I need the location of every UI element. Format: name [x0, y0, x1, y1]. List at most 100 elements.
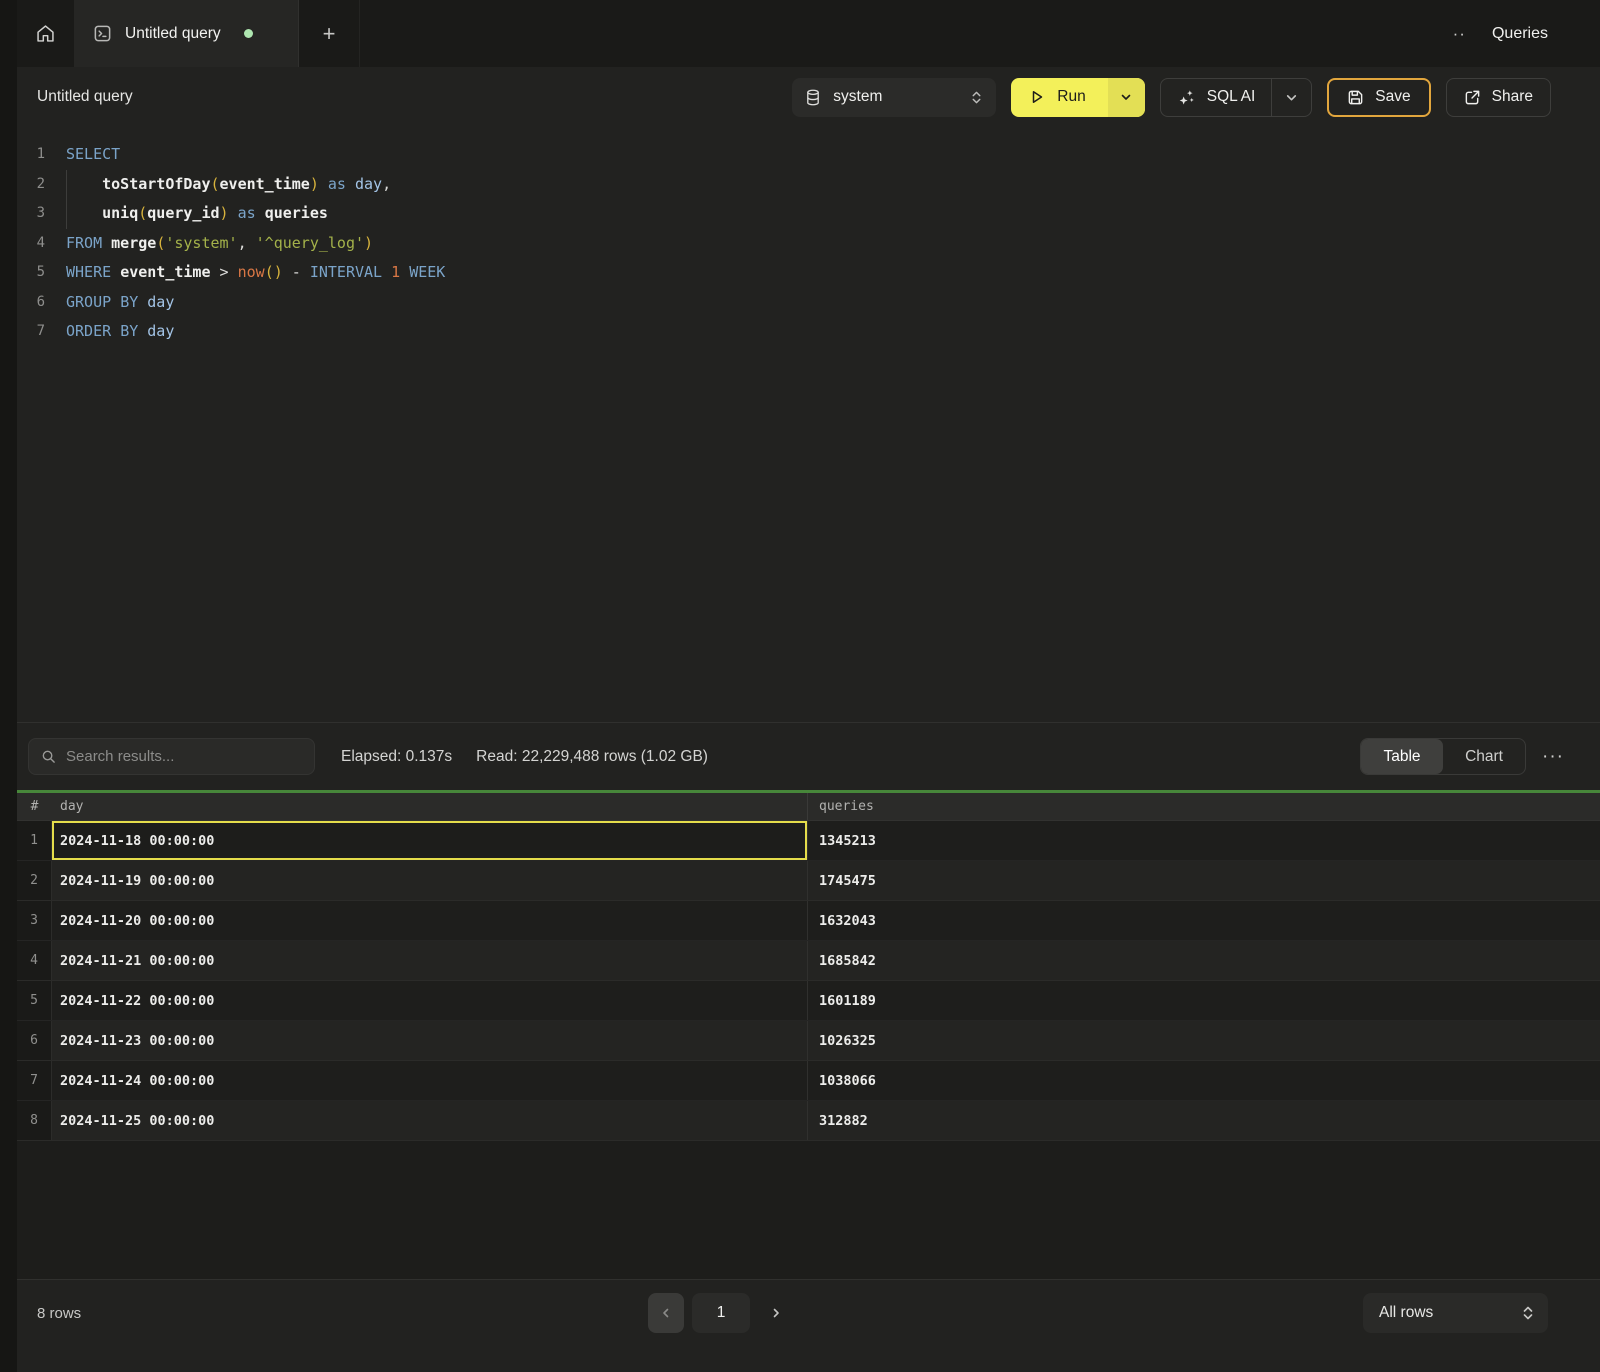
day-cell[interactable]: 2024-11-25 00:00:00 [52, 1101, 807, 1140]
queries-cell[interactable]: 312882 [807, 1101, 1600, 1140]
table-row[interactable]: 4 2024-11-21 00:00:00 1685842 [17, 941, 1600, 981]
table-row[interactable]: 3 2024-11-20 00:00:00 1632043 [17, 901, 1600, 941]
table-row[interactable]: 7 2024-11-24 00:00:00 1038066 [17, 1061, 1600, 1101]
queries-cell[interactable]: 1745475 [807, 861, 1600, 900]
day-cell[interactable]: 2024-11-18 00:00:00 [52, 821, 807, 860]
row-number-cell: 1 [17, 821, 52, 860]
code-line[interactable]: 4 FROM merge('system', '^query_log') [17, 229, 1600, 259]
line-number: 3 [17, 199, 45, 229]
page-number-button[interactable]: 1 [692, 1293, 750, 1333]
query-toolbar: Untitled query system Run S [17, 67, 1600, 127]
play-icon [1029, 89, 1045, 105]
query-title: Untitled query [37, 88, 133, 106]
table-row[interactable]: 1 2024-11-18 00:00:00 1345213 [17, 821, 1600, 861]
tab-untitled-query[interactable]: Untitled query [75, 0, 299, 67]
chevron-down-icon [1285, 91, 1298, 104]
next-page-button[interactable] [764, 1293, 788, 1333]
queries-cell[interactable]: 1026325 [807, 1021, 1600, 1060]
code-text: toStartOfDay(event_time) as day, [66, 170, 391, 200]
code-line[interactable]: 3 uniq(query_id) as queries [17, 199, 1600, 229]
queries-cell[interactable]: 1038066 [807, 1061, 1600, 1100]
tabbar-more-icon[interactable]: ·· [1453, 25, 1466, 42]
code-text: SELECT [66, 140, 120, 170]
results-search-input[interactable] [66, 748, 302, 765]
row-number-cell: 2 [17, 861, 52, 900]
pagination: 1 [648, 1293, 788, 1333]
share-button[interactable]: Share [1446, 78, 1551, 117]
queries-cell[interactable]: 1601189 [807, 981, 1600, 1020]
queries-cell[interactable]: 1632043 [807, 901, 1600, 940]
database-icon [805, 89, 821, 106]
sparkles-icon [1177, 88, 1196, 107]
elapsed-stat: Elapsed: 0.137s [341, 748, 452, 766]
results-search[interactable] [28, 738, 315, 775]
code-line[interactable]: 7 ORDER BY day [17, 317, 1600, 347]
queries-cell[interactable]: 1685842 [807, 941, 1600, 980]
home-button[interactable] [17, 0, 75, 67]
share-icon [1464, 89, 1481, 106]
save-icon [1347, 89, 1364, 106]
new-tab-button[interactable]: + [299, 0, 360, 67]
row-number-cell: 7 [17, 1061, 52, 1100]
tab-bar: Untitled query + ·· Queries [17, 0, 1600, 67]
line-number: 2 [17, 170, 45, 200]
table-row[interactable]: 2 2024-11-19 00:00:00 1745475 [17, 861, 1600, 901]
code-line[interactable]: 6 GROUP BY day [17, 288, 1600, 318]
day-cell[interactable]: 2024-11-20 00:00:00 [52, 901, 807, 940]
row-number-cell: 6 [17, 1021, 52, 1060]
row-number-cell: 3 [17, 901, 52, 940]
code-line[interactable]: 5 WHERE event_time > now() - INTERVAL 1 … [17, 258, 1600, 288]
table-row[interactable]: 5 2024-11-22 00:00:00 1601189 [17, 981, 1600, 1021]
prev-page-button[interactable] [648, 1293, 684, 1333]
run-button-label: Run [1057, 88, 1085, 106]
day-cell[interactable]: 2024-11-24 00:00:00 [52, 1061, 807, 1100]
row-count: 8 rows [37, 1305, 81, 1322]
queries-link[interactable]: Queries [1492, 25, 1548, 43]
share-button-label: Share [1492, 88, 1533, 106]
code-text: GROUP BY day [66, 288, 174, 318]
database-select[interactable]: system [792, 78, 996, 117]
sql-ai-caret[interactable] [1271, 79, 1311, 116]
row-number-cell: 8 [17, 1101, 52, 1140]
sql-console-app: Untitled query + ·· Queries Untitled que… [0, 0, 1600, 1372]
queries-cell[interactable]: 1345213 [807, 821, 1600, 860]
results-more-icon[interactable]: ··· [1542, 747, 1564, 766]
line-number: 7 [17, 317, 45, 347]
day-cell[interactable]: 2024-11-23 00:00:00 [52, 1021, 807, 1060]
save-button[interactable]: Save [1327, 78, 1430, 117]
results-table-body: 1 2024-11-18 00:00:00 1345213 2 2024-11-… [17, 821, 1600, 1141]
code-line[interactable]: 2 toStartOfDay(event_time) as day, [17, 170, 1600, 200]
save-button-label: Save [1375, 88, 1410, 106]
tab-title: Untitled query [125, 25, 221, 43]
column-header-day[interactable]: day [52, 799, 807, 814]
day-cell[interactable]: 2024-11-19 00:00:00 [52, 861, 807, 900]
column-header-index[interactable]: # [17, 799, 52, 814]
row-number-cell: 4 [17, 941, 52, 980]
table-row[interactable]: 8 2024-11-25 00:00:00 312882 [17, 1101, 1600, 1141]
column-header-queries[interactable]: queries [807, 793, 1600, 820]
chevron-left-icon [660, 1307, 672, 1319]
line-number: 6 [17, 288, 45, 318]
results-empty-area [17, 1141, 1600, 1279]
line-number: 4 [17, 229, 45, 259]
chevron-down-icon [1120, 91, 1132, 103]
unfold-icon [1521, 1305, 1535, 1321]
view-toggle-table[interactable]: Table [1361, 739, 1443, 774]
run-options-caret[interactable] [1108, 78, 1145, 117]
results-footer: 8 rows 1 All rows [17, 1279, 1600, 1372]
code-text: ORDER BY day [66, 317, 174, 347]
sql-editor[interactable]: 1 SELECT 2 toStartOfDay(event_time) as d… [17, 127, 1600, 722]
day-cell[interactable]: 2024-11-21 00:00:00 [52, 941, 807, 980]
code-text: WHERE event_time > now() - INTERVAL 1 WE… [66, 258, 445, 288]
table-row[interactable]: 6 2024-11-23 00:00:00 1026325 [17, 1021, 1600, 1061]
row-number-cell: 5 [17, 981, 52, 1020]
day-cell[interactable]: 2024-11-22 00:00:00 [52, 981, 807, 1020]
chevron-right-icon [770, 1307, 782, 1319]
database-select-value: system [833, 88, 882, 106]
run-button[interactable]: Run [1011, 78, 1107, 117]
code-text: FROM merge('system', '^query_log') [66, 229, 373, 259]
view-toggle-chart[interactable]: Chart [1443, 739, 1525, 774]
page-size-select[interactable]: All rows [1363, 1293, 1548, 1333]
code-line[interactable]: 1 SELECT [17, 140, 1600, 170]
sql-ai-button[interactable]: SQL AI [1161, 79, 1272, 116]
